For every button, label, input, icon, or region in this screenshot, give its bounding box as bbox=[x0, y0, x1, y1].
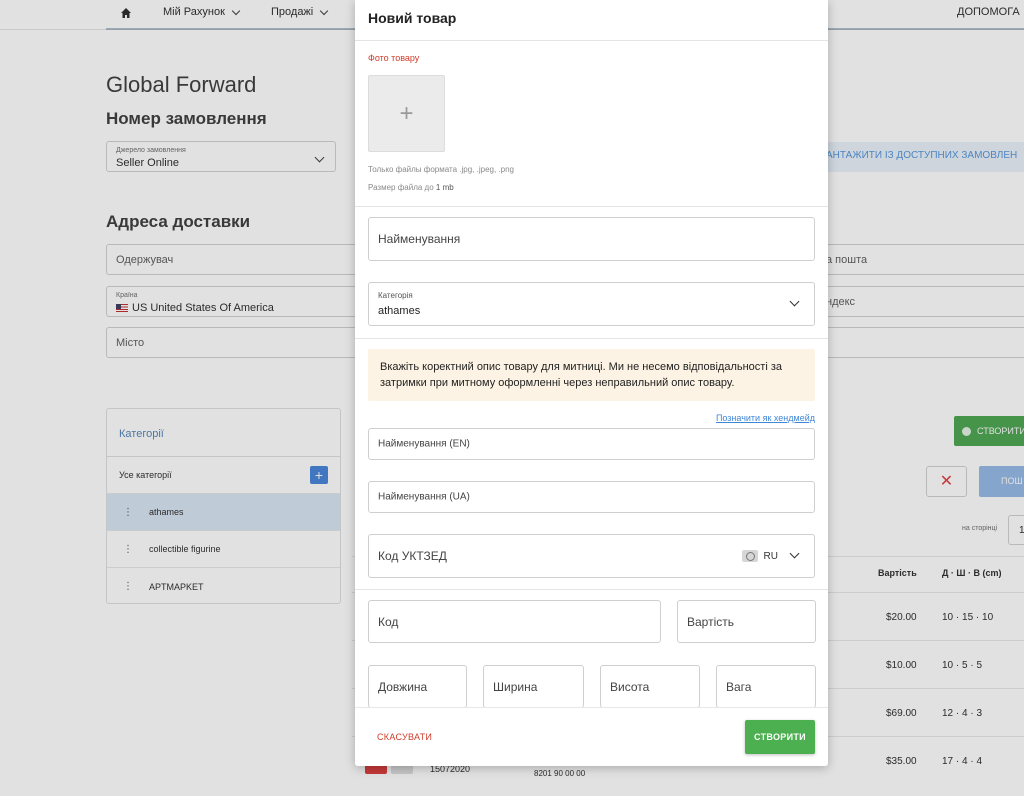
name-en-input[interactable]: Найменування (EN) bbox=[368, 428, 815, 460]
chevron-down-icon[interactable] bbox=[789, 548, 800, 559]
region-selector[interactable]: RU bbox=[741, 550, 778, 562]
hs-code-input[interactable]: Код УКТЗЕД RU bbox=[368, 534, 815, 578]
create-button[interactable]: СТВОРИТИ bbox=[745, 720, 815, 754]
modal-footer: СКАСУВАТИ СТВОРИТИ bbox=[355, 707, 828, 766]
photo-label: Фото товару bbox=[368, 53, 420, 63]
weight-input[interactable]: Вага bbox=[716, 665, 816, 708]
plus-icon: + bbox=[399, 100, 414, 127]
mark-handmade-link[interactable]: Позначити як хендмейд bbox=[716, 413, 815, 423]
code-input[interactable]: Код bbox=[368, 600, 661, 643]
customs-notice: Вкажіть коректний опис товару для митниц… bbox=[368, 349, 815, 401]
modal-title: Новий товар bbox=[368, 10, 457, 26]
cost-input[interactable]: Вартість bbox=[677, 600, 816, 643]
new-product-modal: Новий товар Фото товару + Только файлы ф… bbox=[355, 0, 828, 766]
height-input[interactable]: Висота bbox=[600, 665, 700, 708]
cancel-button[interactable]: СКАСУВАТИ bbox=[377, 732, 432, 742]
photo-format-hint: Только файлы формата .jpg, .jpeg, .png bbox=[368, 165, 514, 174]
width-input[interactable]: Ширина bbox=[483, 665, 584, 708]
name-ua-input[interactable]: Найменування (UA) bbox=[368, 481, 815, 513]
photo-size-hint: Размер файла до 1 mb bbox=[368, 183, 454, 192]
name-input[interactable]: Найменування bbox=[368, 217, 815, 261]
category-select[interactable]: Категорія athames bbox=[368, 282, 815, 326]
globe-icon bbox=[741, 550, 758, 562]
chevron-down-icon bbox=[789, 296, 800, 307]
length-input[interactable]: Довжина bbox=[368, 665, 467, 708]
photo-upload-button[interactable]: + bbox=[368, 75, 445, 152]
